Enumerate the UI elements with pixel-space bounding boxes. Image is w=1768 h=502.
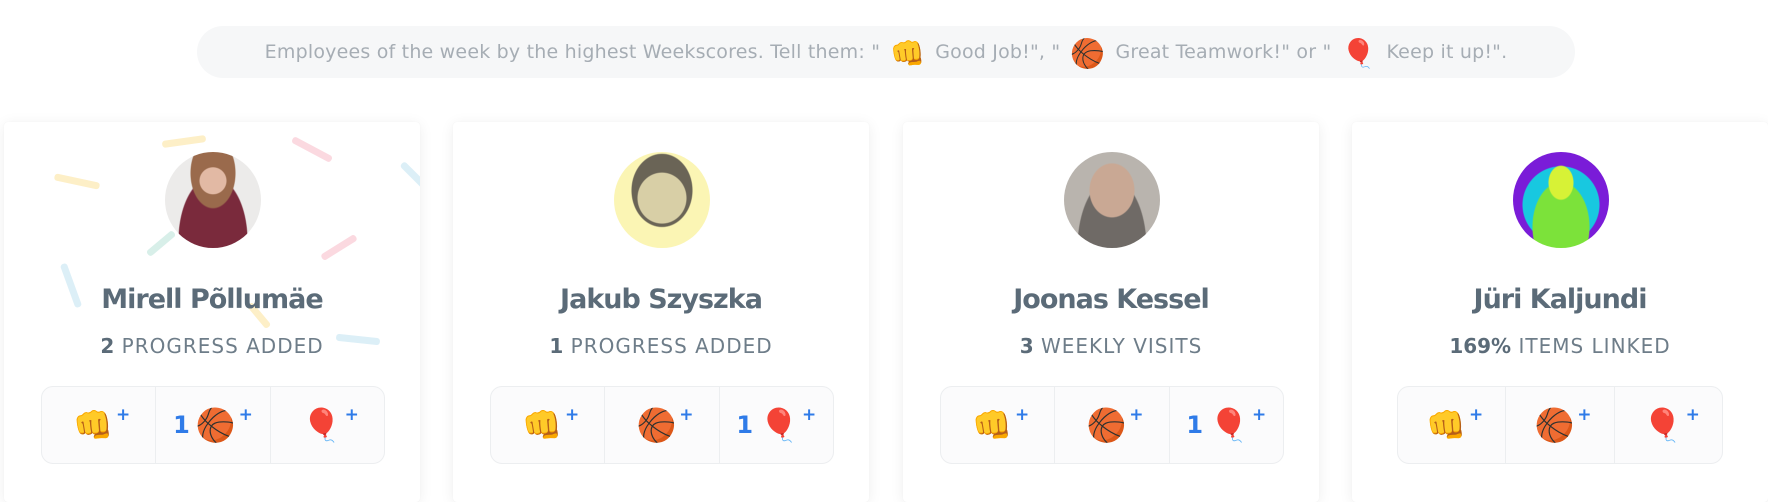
basketball-icon: 🏀 <box>1534 406 1575 444</box>
plus-icon: + <box>1577 405 1592 425</box>
employee-stat: 1 PROGRESS ADDED <box>453 334 869 358</box>
banner-text-3: Great Teamwork!" or " <box>1115 41 1332 63</box>
confetti-piece <box>145 229 177 258</box>
stat-label: WEEKLY VISITS <box>1040 334 1203 358</box>
avatar[interactable] <box>614 152 710 248</box>
fist-bump-icon: 👊 <box>972 406 1012 444</box>
stat-value: 2 <box>100 334 115 358</box>
confetti-piece <box>53 173 101 190</box>
employee-stat: 169% ITEMS LINKED <box>1352 334 1768 358</box>
balloon-icon: 🎈 <box>1209 406 1249 444</box>
fist-bump-icon: 👊 <box>73 406 113 444</box>
plus-icon: + <box>238 405 253 425</box>
teamwork-button[interactable]: 1 🏀 + <box>155 387 269 463</box>
teamwork-button[interactable]: 🏀 + <box>1054 387 1168 463</box>
plus-icon: + <box>1685 405 1700 425</box>
plus-icon: + <box>1129 405 1144 425</box>
employee-card: Joonas Kessel 3 WEEKLY VISITS 👊 + 🏀 + 1 … <box>903 122 1319 502</box>
stat-value: 169% <box>1449 334 1512 358</box>
reaction-bar: 👊 + 🏀 + 🎈 + <box>1397 386 1723 464</box>
basketball-icon: 🏀 <box>636 406 677 444</box>
avatar[interactable] <box>1513 152 1609 248</box>
fist-bump-icon: 👊 <box>1426 406 1466 444</box>
good-job-button[interactable]: 👊 + <box>42 387 155 463</box>
teamwork-count: 1 <box>173 411 190 439</box>
keep-it-up-button[interactable]: 🎈 + <box>269 387 384 463</box>
confetti-piece <box>399 161 420 190</box>
stat-label: ITEMS LINKED <box>1518 334 1671 358</box>
balloon-icon: 🎈 <box>1642 406 1683 444</box>
employee-card: Jakub Szyszka 1 PROGRESS ADDED 👊 + 🏀 + 1… <box>453 122 869 502</box>
plus-icon: + <box>1468 405 1484 425</box>
keep-it-up-button[interactable]: 1 🎈 + <box>718 387 833 463</box>
fist-bump-icon: 👊 <box>522 406 562 444</box>
employee-name: Mirell Põllumäe <box>101 284 323 315</box>
confetti-piece <box>290 136 334 163</box>
employee-stat: 2 PROGRESS ADDED <box>4 334 420 358</box>
reaction-bar: 👊 + 🏀 + 1 🎈 + <box>940 386 1284 464</box>
employee-name: Jüri Kaljundi <box>1473 284 1648 315</box>
avatar[interactable] <box>165 152 261 248</box>
teamwork-button[interactable]: 🏀 + <box>1505 387 1613 463</box>
good-job-button[interactable]: 👊 + <box>491 387 604 463</box>
stat-value: 1 <box>549 334 564 358</box>
keep-it-up-button[interactable]: 1 🎈 + <box>1168 387 1283 463</box>
balloon-icon: 🎈 <box>301 406 342 444</box>
basketball-icon: 🏀 <box>1086 406 1127 444</box>
reaction-bar: 👊 + 1 🏀 + 🎈 + <box>41 386 385 464</box>
balloon-icon: 🎈 <box>759 406 799 444</box>
plus-icon: + <box>344 405 359 425</box>
stat-label: PROGRESS ADDED <box>121 334 324 358</box>
confetti-piece <box>320 233 358 262</box>
instructions-banner: Employees of the week by the highest Wee… <box>197 26 1575 78</box>
basketball-icon: 🏀 <box>1070 36 1106 70</box>
basketball-icon: 🏀 <box>195 406 236 444</box>
stat-value: 3 <box>1019 334 1034 358</box>
fist-bump-icon: 👊 <box>890 36 926 70</box>
banner-text-1: Employees of the week by the highest Wee… <box>264 41 881 63</box>
banner-text-4: Keep it up!". <box>1386 41 1508 63</box>
confetti-piece <box>161 134 207 149</box>
employee-card: Mirell Põllumäe 2 PROGRESS ADDED 👊 + 1 🏀… <box>4 122 420 502</box>
teamwork-button[interactable]: 🏀 + <box>604 387 718 463</box>
employee-stat: 3 WEEKLY VISITS <box>903 334 1319 358</box>
employee-name: Jakub Szyszka <box>560 284 763 315</box>
avatar[interactable] <box>1064 152 1160 248</box>
keep-it-up-button[interactable]: 🎈 + <box>1613 387 1722 463</box>
stat-label: PROGRESS ADDED <box>570 334 773 358</box>
plus-icon: + <box>679 405 694 425</box>
employee-name: Joonas Kessel <box>1013 284 1210 315</box>
banner-text-2: Good Job!", " <box>935 41 1061 63</box>
plus-icon: + <box>564 405 580 425</box>
plus-icon: + <box>1251 405 1267 425</box>
plus-icon: + <box>115 405 131 425</box>
keep-it-up-count: 1 <box>736 411 754 439</box>
good-job-button[interactable]: 👊 + <box>1398 387 1505 463</box>
keep-it-up-count: 1 <box>1186 411 1204 439</box>
reaction-bar: 👊 + 🏀 + 1 🎈 + <box>490 386 834 464</box>
employee-card: Jüri Kaljundi 169% ITEMS LINKED 👊 + 🏀 + … <box>1352 122 1768 502</box>
balloon-icon: 🎈 <box>1341 36 1377 70</box>
good-job-button[interactable]: 👊 + <box>941 387 1054 463</box>
plus-icon: + <box>1014 405 1030 425</box>
plus-icon: + <box>801 405 817 425</box>
